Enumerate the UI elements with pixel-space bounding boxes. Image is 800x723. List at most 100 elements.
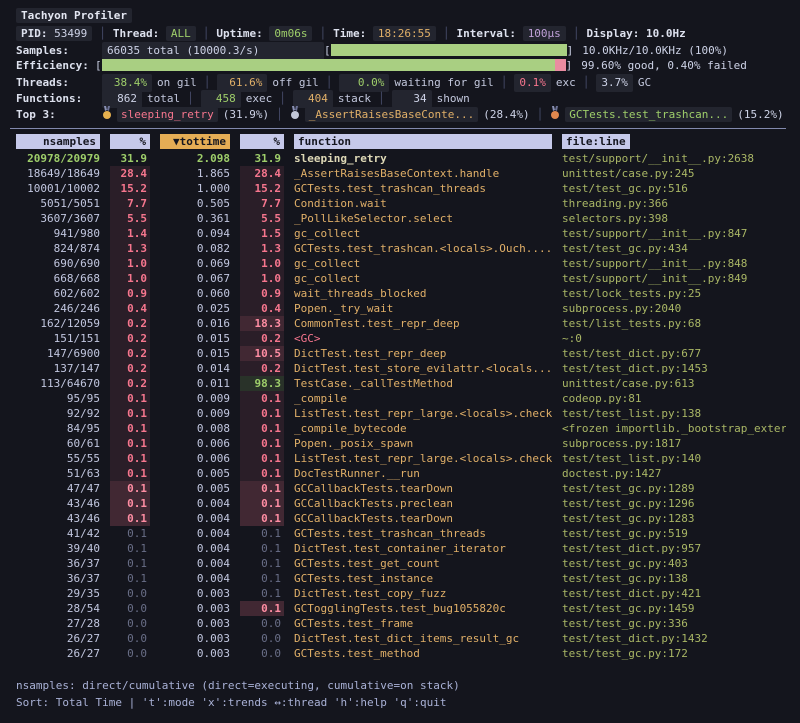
table-row[interactable]: 36/37 0.1 0.004 0.1 GCTests.test_get_cou…: [16, 556, 792, 571]
table-row[interactable]: 28/54 0.0 0.003 0.1 GCTogglingTests.test…: [16, 601, 792, 616]
table-row[interactable]: 95/95 0.1 0.009 0.1 _compile codeop.py:8…: [16, 391, 792, 406]
table-row[interactable]: 3607/3607 5.5 0.361 5.5 _PollLikeSelecto…: [16, 211, 792, 226]
fileline-cell: test/test_gc.py:1289: [562, 481, 786, 496]
fileline-cell: unittest/case.py:613: [562, 376, 786, 391]
cumulative-percent-cell: 0.1: [240, 391, 284, 406]
direct-percent-cell: 0.1: [110, 511, 150, 526]
table-row[interactable]: 162/12059 0.2 0.016 18.3 CommonTest.test…: [16, 316, 792, 331]
column-header-cumulative-percent[interactable]: %: [240, 134, 284, 149]
efficiency-line: Efficiency:[]99.60% good, 0.40% failed: [16, 58, 792, 74]
function-cell: gc_collect: [294, 226, 552, 241]
nsamples-cell: 60/61: [16, 436, 100, 451]
table-row[interactable]: 29/35 0.0 0.003 0.1 DictTest.test_copy_f…: [16, 586, 792, 601]
direct-percent-cell: 0.1: [110, 556, 150, 571]
tottime-cell: 0.004: [160, 541, 230, 556]
table-row[interactable]: 60/61 0.1 0.006 0.1 Popen._posix_spawn s…: [16, 436, 792, 451]
table-row[interactable]: 41/42 0.1 0.004 0.1 GCTests.test_trashca…: [16, 526, 792, 541]
table-row[interactable]: 113/64670 0.2 0.011 98.3 TestCase._callT…: [16, 376, 792, 391]
fileline-cell: test/test_dict.py:957: [562, 541, 786, 556]
display-value: 10.0Hz: [646, 27, 686, 40]
table-row[interactable]: 26/27 0.0 0.003 0.0 GCTests.test_method …: [16, 646, 792, 661]
nsamples-cell: 3607/3607: [16, 211, 100, 226]
fileline-cell: test/test_gc.py:434: [562, 241, 786, 256]
function-cell: DictTest.test_dict_items_result_gc: [294, 631, 552, 646]
thread-label: Thread:: [113, 27, 159, 40]
nsamples-cell: 10001/10002: [16, 181, 100, 196]
tottime-cell: 0.008: [160, 421, 230, 436]
table-row[interactable]: 47/47 0.1 0.005 0.1 GCCallbackTests.tear…: [16, 481, 792, 496]
footer-legend: nsamples: direct/cumulative (direct=exec…: [16, 677, 792, 694]
table-row[interactable]: 668/668 1.0 0.067 1.0 gc_collect test/su…: [16, 271, 792, 286]
table-row[interactable]: 55/55 0.1 0.006 0.1 ListTest.test_repr_l…: [16, 451, 792, 466]
table-row[interactable]: 26/27 0.0 0.003 0.0 DictTest.test_dict_i…: [16, 631, 792, 646]
column-header-nsamples[interactable]: nsamples: [16, 134, 100, 149]
fileline-cell: test/test_gc.py:1459: [562, 601, 786, 616]
top3-line: Top 3:sleeping_retry(31.9%)│_AssertRaise…: [16, 106, 792, 124]
fileline-cell: test/support/__init__.py:848: [562, 256, 786, 271]
footer: nsamples: direct/cumulative (direct=exec…: [16, 677, 792, 711]
cumulative-percent-cell: 0.1: [240, 571, 284, 586]
fileline-cell: test/test_list.py:140: [562, 451, 786, 466]
fileline-cell: doctest.py:1427: [562, 466, 786, 481]
tottime-cell: 0.009: [160, 391, 230, 406]
table-row[interactable]: 5051/5051 7.7 0.505 7.7 Condition.wait t…: [16, 196, 792, 211]
column-header-fileline[interactable]: file:line: [562, 134, 630, 149]
nsamples-cell: 668/668: [16, 271, 100, 286]
functions-stack-stat: 404stack: [293, 92, 371, 105]
table-row[interactable]: 10001/10002 15.2 1.000 15.2 GCTests.test…: [16, 181, 792, 196]
efficiency-bar: [102, 59, 566, 71]
direct-percent-cell: 0.1: [110, 421, 150, 436]
tottime-cell: 0.004: [160, 556, 230, 571]
tottime-cell: 0.003: [160, 646, 230, 661]
nsamples-cell: 246/246: [16, 301, 100, 316]
direct-percent-cell: 0.1: [110, 451, 150, 466]
table-row[interactable]: 84/95 0.1 0.008 0.1 _compile_bytecode <f…: [16, 421, 792, 436]
table-row[interactable]: 18649/18649 28.4 1.865 28.4 _AssertRaise…: [16, 166, 792, 181]
app-title: Tachyon Profiler: [16, 8, 132, 23]
table-row[interactable]: 43/46 0.1 0.004 0.1 GCCallbackTests.tear…: [16, 511, 792, 526]
cumulative-percent-cell: 31.9: [240, 151, 284, 166]
table-row[interactable]: 39/40 0.1 0.004 0.1 DictTest.test_contai…: [16, 541, 792, 556]
nsamples-cell: 941/980: [16, 226, 100, 241]
table-row[interactable]: 92/92 0.1 0.009 0.1 ListTest.test_repr_l…: [16, 406, 792, 421]
function-cell: DictTest.test_store_evilattr.<locals...: [294, 361, 552, 376]
thread-value[interactable]: ALL: [166, 26, 196, 41]
table-row[interactable]: 147/6900 0.2 0.015 10.5 DictTest.test_re…: [16, 346, 792, 361]
table-row[interactable]: 690/690 1.0 0.069 1.0 gc_collect test/su…: [16, 256, 792, 271]
direct-percent-cell: 0.1: [110, 541, 150, 556]
tottime-cell: 0.015: [160, 331, 230, 346]
column-header-tottime-sorted[interactable]: ▼tottime: [160, 134, 230, 149]
table-row[interactable]: 246/246 0.4 0.025 0.4 Popen._try_wait su…: [16, 301, 792, 316]
table-row[interactable]: 20978/20979 31.9 2.098 31.9 sleeping_ret…: [16, 151, 792, 166]
gold-medal-icon: [102, 106, 112, 120]
table-row[interactable]: 602/602 0.9 0.060 0.9 wait_threads_block…: [16, 286, 792, 301]
cumulative-percent-cell: 0.0: [240, 631, 284, 646]
efficiency-bar-good: [102, 59, 555, 71]
function-cell: GCTests.test_trashcan.<locals>.Ouch....: [294, 241, 552, 256]
function-cell: gc_collect: [294, 256, 552, 271]
direct-percent-cell: 0.1: [110, 571, 150, 586]
table-row[interactable]: 151/151 0.2 0.015 0.2 <GC> ~:0: [16, 331, 792, 346]
direct-percent-cell: 5.5: [110, 211, 150, 226]
column-header-function[interactable]: function: [294, 134, 552, 149]
table-row[interactable]: 137/147 0.2 0.014 0.2 DictTest.test_stor…: [16, 361, 792, 376]
column-header-direct-percent[interactable]: %: [110, 134, 150, 149]
nsamples-cell: 5051/5051: [16, 196, 100, 211]
separator-line: [10, 128, 786, 129]
direct-percent-cell: 0.2: [110, 361, 150, 376]
tottime-cell: 0.015: [160, 346, 230, 361]
table-row[interactable]: 51/63 0.1 0.005 0.1 DocTestRunner.__run …: [16, 466, 792, 481]
table-row[interactable]: 27/28 0.0 0.003 0.0 GCTests.test_frame t…: [16, 616, 792, 631]
table-row[interactable]: 824/874 1.3 0.082 1.3 GCTests.test_trash…: [16, 241, 792, 256]
samples-rate-bar: [331, 44, 567, 56]
cumulative-percent-cell: 0.1: [240, 466, 284, 481]
cumulative-percent-cell: 0.0: [240, 616, 284, 631]
table-row[interactable]: 941/980 1.4 0.094 1.5 gc_collect test/su…: [16, 226, 792, 241]
table-row[interactable]: 43/46 0.1 0.004 0.1 GCCallbackTests.prec…: [16, 496, 792, 511]
direct-percent-cell: 0.2: [110, 331, 150, 346]
direct-percent-cell: 7.7: [110, 196, 150, 211]
samples-line: Samples:66035 total (10000.3/s)[]10.0KHz…: [16, 42, 792, 58]
table-row[interactable]: 36/37 0.1 0.004 0.1 GCTests.test_instanc…: [16, 571, 792, 586]
function-cell: GCTests.test_frame: [294, 616, 552, 631]
tottime-cell: 0.005: [160, 481, 230, 496]
